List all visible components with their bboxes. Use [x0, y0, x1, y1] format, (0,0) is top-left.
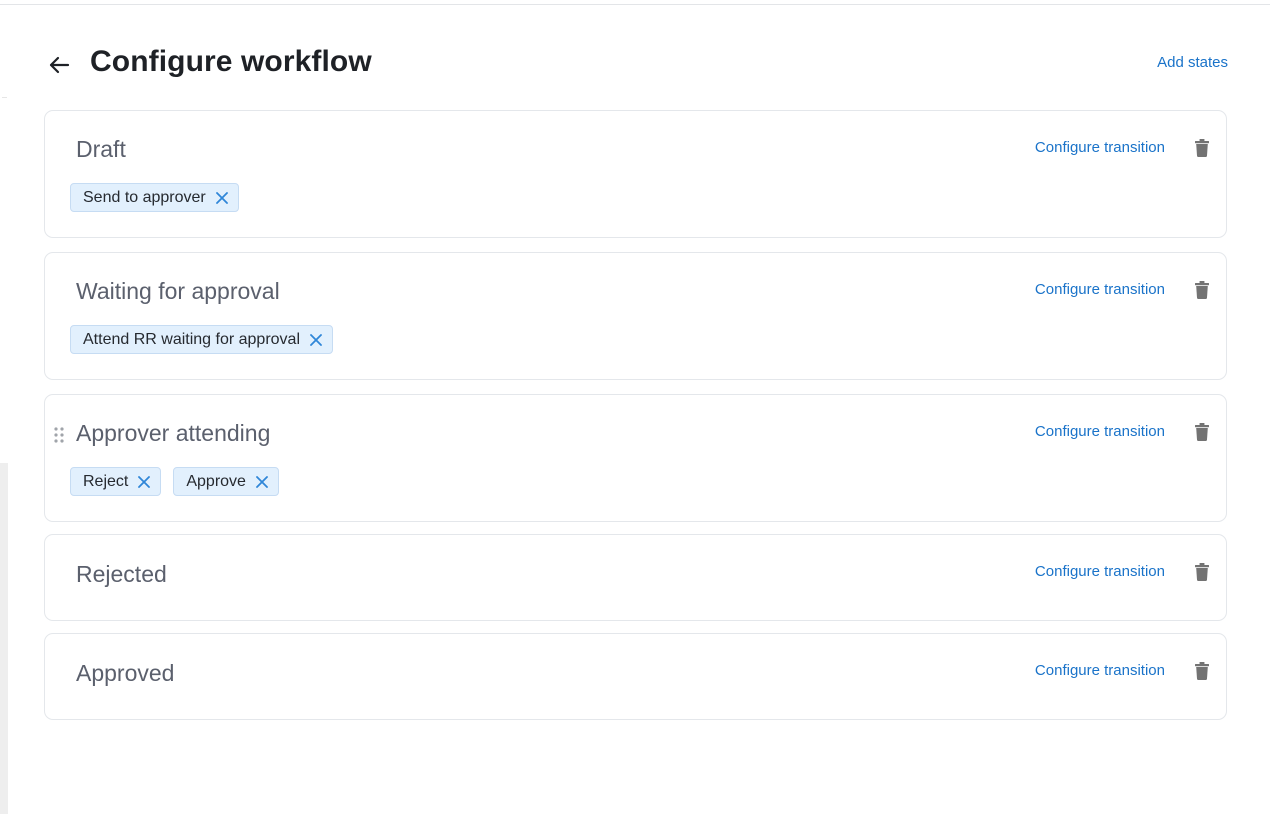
chip-label: Attend RR waiting for approval: [83, 330, 300, 348]
configure-transition-link[interactable]: Configure transition: [1035, 281, 1165, 298]
delete-state-button[interactable]: [1192, 279, 1212, 301]
state-card-approved: Approved Configure transition: [44, 633, 1227, 720]
chip-remove-button[interactable]: [136, 474, 152, 490]
state-card-approver-attending: Approver attending Configure transition …: [44, 394, 1227, 522]
state-list: Draft Configure transition Send to appro…: [44, 110, 1227, 732]
delete-state-button[interactable]: [1192, 561, 1212, 583]
state-name: Draft: [76, 136, 126, 162]
drag-handle-icon: [54, 427, 64, 443]
left-scroll-gutter: [0, 463, 8, 814]
state-card-rejected: Rejected Configure transition: [44, 534, 1227, 621]
transition-chip: Send to approver: [70, 183, 239, 212]
delete-state-button[interactable]: [1192, 137, 1212, 159]
drag-handle[interactable]: [53, 426, 65, 444]
state-name: Approved: [76, 660, 175, 686]
page-title: Configure workflow: [90, 45, 372, 78]
trash-icon: [1195, 423, 1209, 441]
gutter-marker: [2, 97, 7, 98]
close-icon: [310, 333, 322, 346]
transition-chip: Approve: [173, 467, 279, 496]
trash-icon: [1195, 281, 1209, 299]
back-button[interactable]: [44, 50, 74, 80]
chip-label: Approve: [186, 472, 246, 490]
delete-state-button[interactable]: [1192, 660, 1212, 682]
state-card-draft: Draft Configure transition Send to appro…: [44, 110, 1227, 238]
close-icon: [138, 475, 151, 488]
transition-chip: Reject: [70, 467, 162, 496]
configure-transition-link[interactable]: Configure transition: [1035, 563, 1165, 580]
delete-state-button[interactable]: [1192, 421, 1212, 443]
state-name: Approver attending: [76, 420, 271, 446]
transition-chips: Send to approver: [70, 183, 239, 212]
transition-chips: Reject Approve: [70, 467, 279, 496]
state-name: Rejected: [76, 561, 167, 587]
arrow-left-icon: [49, 56, 70, 74]
trash-icon: [1195, 563, 1209, 581]
configure-transition-link[interactable]: Configure transition: [1035, 423, 1165, 440]
trash-icon: [1195, 139, 1209, 157]
chip-label: Reject: [83, 472, 129, 490]
chip-label: Send to approver: [83, 188, 206, 206]
state-name: Waiting for approval: [76, 278, 280, 304]
configure-transition-link[interactable]: Configure transition: [1035, 662, 1165, 679]
chip-remove-button[interactable]: [308, 332, 324, 348]
chip-remove-button[interactable]: [254, 474, 270, 490]
top-divider: [0, 4, 1270, 5]
configure-transition-link[interactable]: Configure transition: [1035, 139, 1165, 156]
close-icon: [215, 191, 228, 204]
transition-chip: Attend RR waiting for approval: [70, 325, 333, 354]
state-card-waiting-for-approval: Waiting for approval Configure transitio…: [44, 252, 1227, 380]
chip-remove-button[interactable]: [214, 190, 230, 206]
add-states-link[interactable]: Add states: [1157, 54, 1228, 71]
trash-icon: [1195, 662, 1209, 680]
close-icon: [256, 475, 268, 488]
transition-chips: Attend RR waiting for approval: [70, 325, 333, 354]
page-header: Configure workflow Add states: [44, 40, 1228, 88]
